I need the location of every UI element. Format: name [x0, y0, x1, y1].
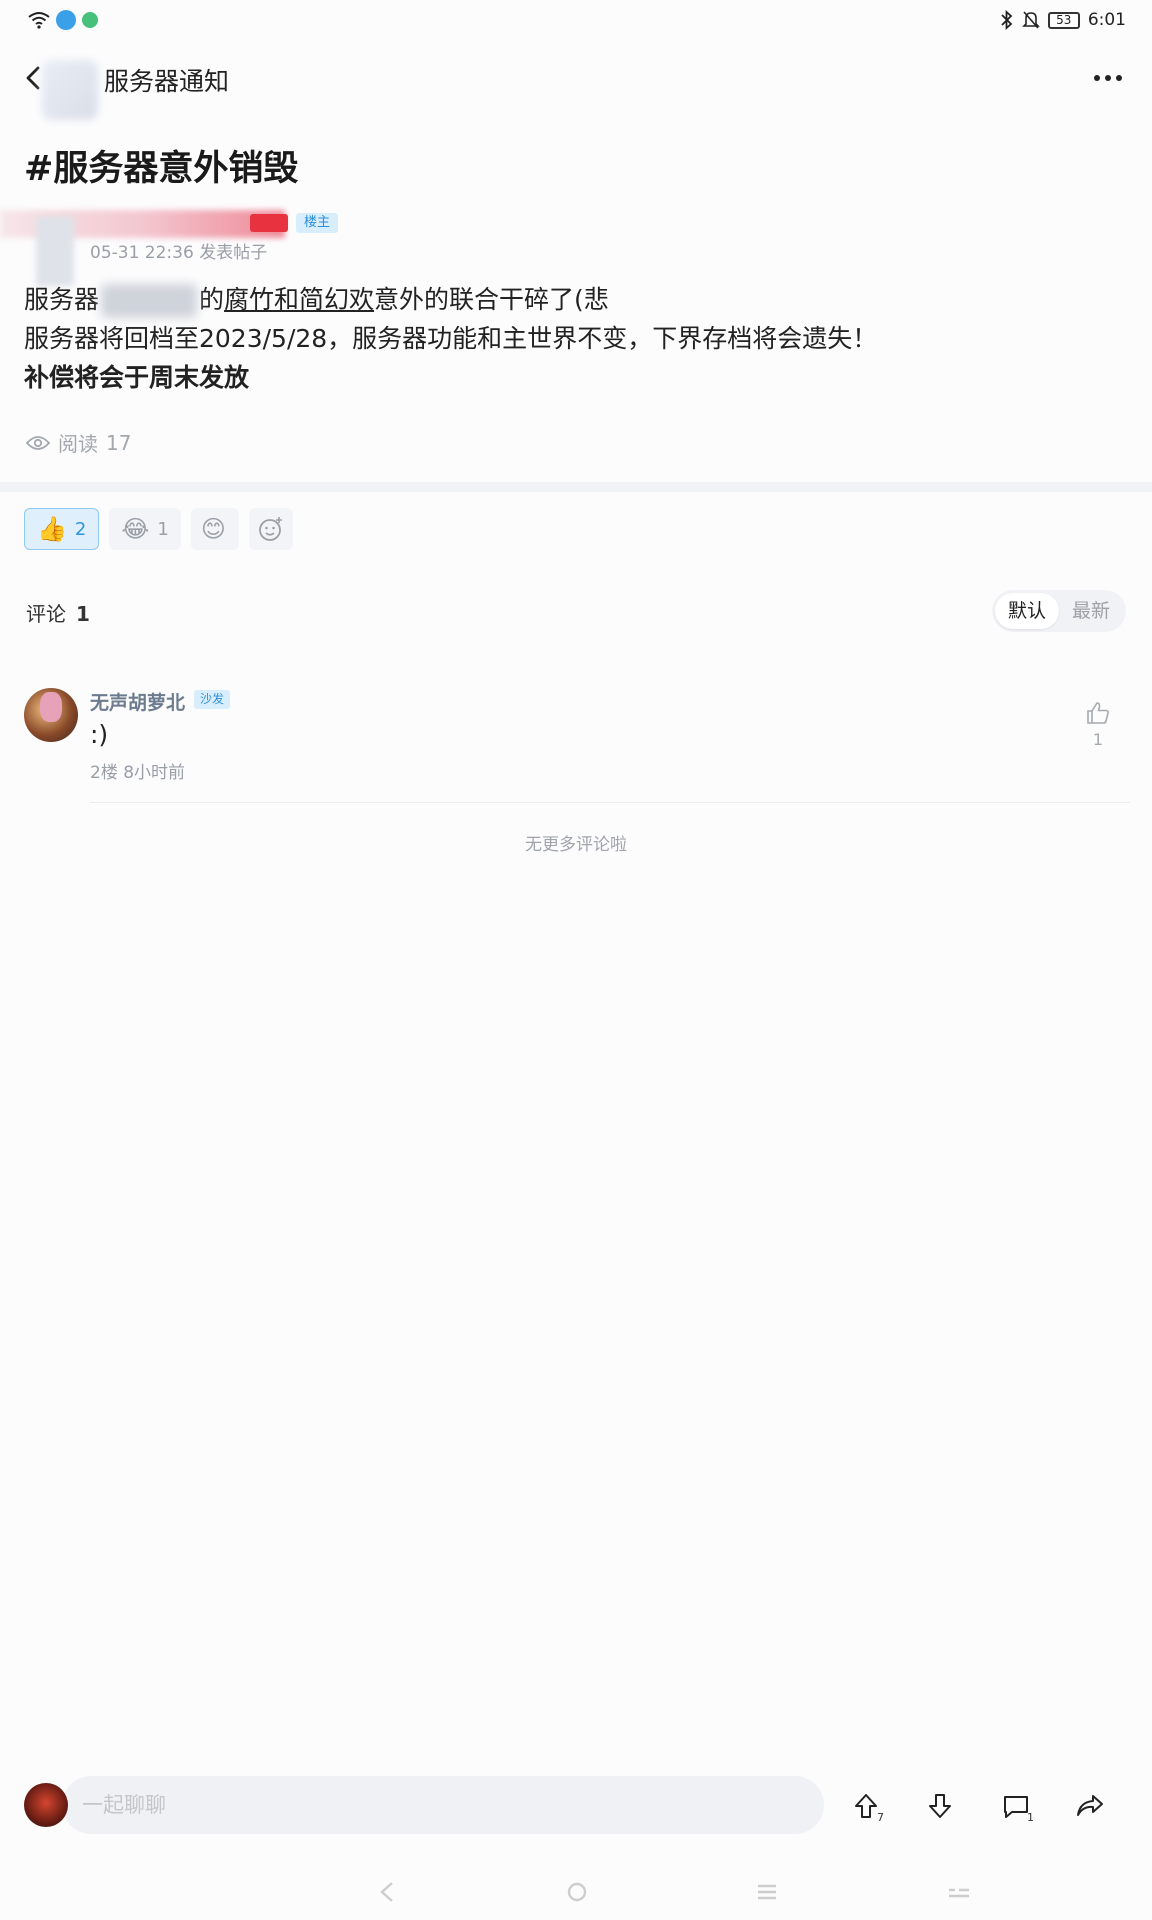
arrow-down-icon [929, 1794, 951, 1818]
read-label: 阅读 [58, 432, 98, 456]
system-navigation-bar [0, 1860, 1152, 1920]
comments-header: 评论 1 [26, 598, 90, 627]
comment-icon [1004, 1796, 1028, 1818]
comment-item[interactable]: 无声胡萝北 沙发 :) 2楼 8小时前 1 [0, 680, 1152, 800]
reaction-blushing[interactable]: 😊 [190, 508, 239, 550]
share-icon [1077, 1795, 1103, 1816]
post-line-3: 补偿将会于周末发放 [24, 363, 250, 392]
comment-sort-toggle: 默认 最新 [992, 590, 1126, 632]
battery-icon: 53 [1047, 11, 1080, 29]
post-content: 服务器 的腐竹和简幻欢意外的联合干碎了(悲 服务器将回档至2023/5/28，服务… [24, 280, 1124, 397]
app-notification-icon [56, 10, 76, 30]
add-emoji-icon [258, 517, 282, 541]
share-button[interactable] [1070, 1786, 1110, 1826]
page-title: 服务器通知 [104, 67, 230, 96]
comments-label: 评论 [26, 602, 66, 626]
post-line-2: 服务器将回档至2023/5/28，服务器功能和主世界不变，下界存档将会遗失！ [24, 324, 878, 353]
add-reaction-button[interactable] [248, 508, 293, 550]
thumbs-up-icon [1087, 702, 1109, 724]
sort-default[interactable]: 默认 [995, 593, 1059, 629]
nav-menu-icon[interactable] [752, 1880, 782, 1904]
eye-icon [26, 435, 50, 450]
redacted-text [101, 284, 198, 318]
bottom-action-bar: 7 1 [0, 1770, 1152, 1840]
post-line-1: 服务器 的腐竹和简幻欢意外的联合干碎了(悲 [24, 280, 1124, 319]
reaction-bar: 👍 2 😂 1 😊 [24, 508, 293, 550]
forum-avatar[interactable] [42, 60, 98, 120]
blushing-emoji: 😊 [200, 515, 226, 543]
reaction-thumbs-up[interactable]: 👍 2 [24, 508, 100, 550]
no-more-comments: 无更多评论啦 [525, 835, 627, 855]
upvote-count: 7 [877, 1811, 884, 1824]
post-title: #服务器意外销毁 [24, 149, 299, 189]
post-author: 楼主 05-31 22:36 发表帖子 [0, 210, 600, 290]
author-avatar[interactable] [36, 216, 74, 286]
section-divider [0, 482, 1152, 492]
comment-like-button[interactable]: 1 [1078, 700, 1118, 749]
commenter-name[interactable]: 无声胡萝北 [90, 688, 185, 715]
sofa-badge: 沙发 [194, 690, 231, 709]
host-badge: 楼主 [296, 213, 339, 233]
avatar[interactable] [24, 688, 78, 742]
comment-divider [90, 802, 1130, 803]
comment-input[interactable] [62, 1776, 824, 1834]
comment-button[interactable]: 1 [996, 1786, 1036, 1826]
wifi-icon [28, 12, 50, 29]
read-number: 17 [106, 430, 132, 455]
bluetooth-icon [1001, 10, 1013, 30]
post-page: 53 6:01 服务器通知 #服务器意外销毁 楼主 05-31 22:36 发表… [0, 0, 1152, 1920]
read-count: 阅读 17 [26, 428, 131, 457]
sort-latest[interactable]: 最新 [1059, 593, 1123, 629]
nav-keyboard-icon[interactable] [944, 1880, 974, 1904]
comment-count: 1 [1027, 1811, 1034, 1824]
nav-back-icon[interactable] [372, 1880, 402, 1904]
my-avatar[interactable] [24, 1783, 68, 1827]
laughing-crying-emoji: 😂 [121, 515, 150, 543]
nav-home-icon[interactable] [562, 1880, 592, 1904]
downvote-button[interactable] [920, 1786, 960, 1826]
thumbs-up-emoji: 👍 [37, 515, 67, 543]
clock: 6:01 [1087, 10, 1126, 30]
comment-like-count: 1 [1092, 730, 1104, 749]
upvote-button[interactable]: 7 [846, 1786, 886, 1826]
more-options-button[interactable] [1090, 66, 1126, 90]
bell-mute-icon [1021, 11, 1040, 29]
post-timestamp: 05-31 22:36 发表帖子 [90, 243, 268, 263]
comment-text: :) [90, 720, 109, 749]
author-level-badge [250, 214, 288, 232]
app-notification-icon [82, 12, 98, 28]
status-right: 53 6:01 [1000, 10, 1126, 30]
status-bar: 53 6:01 [0, 0, 1152, 44]
reaction-laughing[interactable]: 😂 1 [109, 508, 181, 550]
comments-count: 1 [76, 602, 90, 626]
more-dots-icon [1094, 75, 1100, 81]
arrow-up-icon [855, 1794, 877, 1818]
status-left [28, 10, 98, 30]
top-navigation: 服务器通知 [0, 48, 1152, 120]
mention-link[interactable]: 腐竹和简幻欢 [224, 285, 374, 314]
comment-meta: 2楼 8小时前 [90, 763, 186, 783]
